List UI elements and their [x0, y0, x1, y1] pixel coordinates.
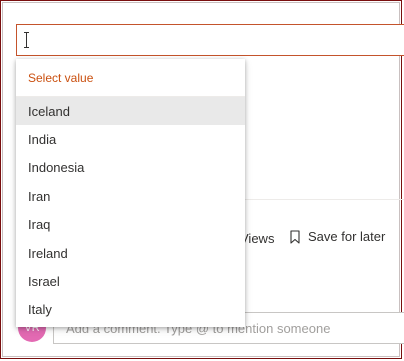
- dropdown-option[interactable]: Iraq: [16, 211, 245, 239]
- dropdown-option[interactable]: Italy: [16, 296, 245, 324]
- dropdown-option[interactable]: India: [16, 125, 245, 153]
- text-cursor: [24, 32, 29, 48]
- option-label: Iran: [28, 188, 51, 204]
- country-dropdown: Select value Iceland India Indonesia Ira…: [16, 59, 245, 327]
- dropdown-option[interactable]: Iran: [16, 182, 245, 210]
- dropdown-option[interactable]: Ireland: [16, 239, 245, 267]
- dropdown-option[interactable]: Indonesia: [16, 154, 245, 182]
- option-label: Indonesia: [28, 160, 85, 176]
- save-for-later-label: Save for later: [308, 229, 386, 244]
- option-label: India: [28, 132, 57, 148]
- dropdown-options: Iceland India Indonesia Iran Iraq Irelan…: [16, 97, 245, 324]
- bookmark-icon: [290, 229, 300, 244]
- views-label: Views: [240, 231, 275, 246]
- dropdown-header: Select value: [16, 59, 245, 97]
- option-label: Ireland: [28, 245, 68, 261]
- save-for-later-button[interactable]: Save for later: [290, 229, 385, 244]
- option-label: Italy: [28, 302, 52, 318]
- search-input[interactable]: [16, 24, 404, 56]
- option-label: Iceland: [28, 103, 70, 119]
- option-label: Iraq: [28, 217, 51, 233]
- option-label: Israel: [28, 274, 60, 290]
- dropdown-option[interactable]: Israel: [16, 267, 245, 295]
- dropdown-option[interactable]: Iceland: [16, 97, 245, 126]
